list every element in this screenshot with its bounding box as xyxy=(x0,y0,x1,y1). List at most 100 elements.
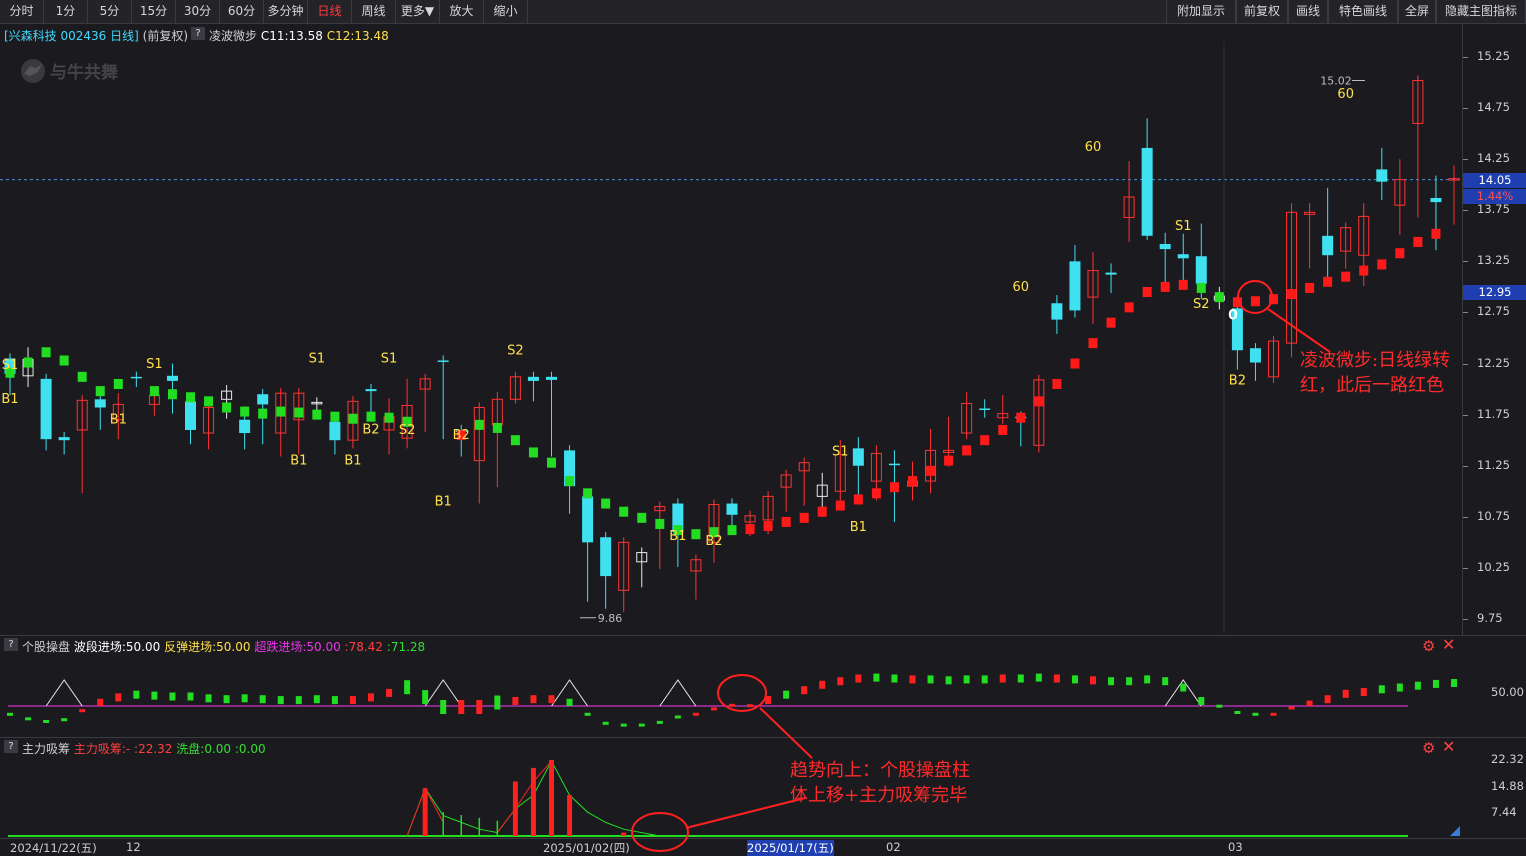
signal-label: S2 xyxy=(1193,297,1210,312)
trail-block xyxy=(312,409,322,420)
toolbar-btn-9[interactable]: 更多▼ xyxy=(396,0,440,23)
panel2-bar xyxy=(43,720,50,723)
adjust-mode: (前复权) xyxy=(142,29,189,43)
candle-body xyxy=(1141,147,1153,236)
panel2-bar xyxy=(1378,685,1385,694)
candle xyxy=(1304,203,1316,269)
toolbar-btn-0[interactable]: 分时 xyxy=(0,0,44,23)
panel2-bar xyxy=(729,703,735,707)
trail-block xyxy=(95,386,105,397)
panel2-bar xyxy=(1071,675,1078,684)
indicator-name[interactable]: 凌波微步 xyxy=(209,29,257,43)
panel2-bar xyxy=(151,691,158,700)
price-tick: 13.75 xyxy=(1477,202,1510,217)
candle-body xyxy=(1430,198,1442,203)
low-price-label: 9.86 xyxy=(598,612,623,625)
panel3-accum-bar xyxy=(621,832,627,836)
signal-label: B1 xyxy=(850,520,867,535)
panel3-accum-bar xyxy=(422,788,428,836)
signal-label: B1 xyxy=(110,413,127,428)
price-tick-mark xyxy=(1463,363,1468,365)
panel2-name[interactable]: 个股操盘 xyxy=(22,640,70,654)
panel2-bar xyxy=(169,692,176,701)
candle-body xyxy=(527,376,539,381)
date-label-5: 02 xyxy=(886,840,901,854)
trail-block xyxy=(565,476,575,487)
indicator-help-button[interactable]: ? xyxy=(191,27,205,40)
panel2-bar xyxy=(1017,674,1024,683)
toolbar-btn-2[interactable]: 5分 xyxy=(88,0,132,23)
panel2-bar xyxy=(999,674,1006,683)
toolbar-right-btn-4[interactable]: 全屏 xyxy=(1398,0,1436,23)
price-tick-mark xyxy=(1463,567,1468,569)
candlestick-chart[interactable]: S1B1S1B1S1B1S1B1B2 S2B1B2S2B1 B2S1B16060S1… xyxy=(0,42,1460,634)
panel2-bar xyxy=(1396,683,1403,692)
toolbar-btn-10[interactable]: 放大 xyxy=(440,0,484,23)
toolbar-right-btn-2[interactable]: 画线 xyxy=(1288,0,1328,23)
panel2-bar xyxy=(1126,677,1133,686)
trail-block xyxy=(926,465,936,476)
panel2-bar xyxy=(855,674,862,683)
candle xyxy=(1448,165,1460,225)
annotation-2-line1: 趋势向上：个股操盘柱 xyxy=(790,760,970,781)
signal-label: B2 xyxy=(453,428,470,443)
toolbar-right-btn-0[interactable]: 附加显示 xyxy=(1166,0,1236,23)
toolbar-btn-8[interactable]: 周线 xyxy=(352,0,396,23)
trail-block xyxy=(23,357,33,368)
panel2-bar xyxy=(963,675,970,684)
trail-block xyxy=(1142,287,1152,298)
panel3-chart[interactable] xyxy=(0,757,1460,839)
candle xyxy=(293,388,305,455)
zero-marker: 0 xyxy=(1228,307,1238,323)
toolbar-right-btn-1[interactable]: 前复权 xyxy=(1236,0,1288,23)
candle-body xyxy=(1195,256,1207,284)
candle-body xyxy=(1322,235,1334,256)
panel3-settings-gear-icon[interactable]: ⚙ xyxy=(1422,740,1435,756)
panel3-close-icon[interactable]: ✕ xyxy=(1442,739,1455,755)
toolbar-btn-3[interactable]: 15分 xyxy=(132,0,176,23)
trail-block xyxy=(294,407,304,418)
trail-block xyxy=(1250,296,1260,307)
toolbar-btn-6[interactable]: 多分钟 xyxy=(264,0,308,23)
panel3-help-button[interactable]: ? xyxy=(4,740,18,753)
trail-block xyxy=(781,516,791,527)
panel2-line2: 反弹进场:50.00 xyxy=(164,640,251,654)
panel2-bar xyxy=(638,723,645,727)
trail-block xyxy=(1160,281,1170,292)
panel2-bar xyxy=(313,695,320,704)
panel2-settings-gear-icon[interactable]: ⚙ xyxy=(1422,638,1435,654)
signal-label: 60 xyxy=(1085,140,1102,155)
candle xyxy=(1322,187,1334,286)
panel2-bar xyxy=(602,721,609,725)
candle xyxy=(1177,233,1189,282)
candle xyxy=(1430,175,1442,251)
candle-body xyxy=(185,401,196,430)
panel2-chart[interactable] xyxy=(0,655,1460,737)
toolbar-btn-7[interactable]: 日线 xyxy=(308,0,352,23)
panel2-bar xyxy=(1090,676,1096,685)
toolbar-btn-1[interactable]: 1分 xyxy=(44,0,88,23)
toolbar-btn-5[interactable]: 60分 xyxy=(220,0,264,23)
trail-block xyxy=(817,506,827,517)
candle xyxy=(546,371,557,457)
panel2-line1: 波段进场:50.00 xyxy=(73,640,161,654)
price-tick: 11.75 xyxy=(1477,406,1510,421)
trail-block xyxy=(492,422,502,433)
panel-resize-corner-icon[interactable] xyxy=(1450,826,1460,836)
date-label-2: 12 xyxy=(126,840,141,854)
panel3-name[interactable]: 主力吸筹 xyxy=(22,742,70,756)
toolbar-right-btn-3[interactable]: 特色画线 xyxy=(1328,0,1398,23)
toolbar-btn-11[interactable]: 缩小 xyxy=(484,0,528,23)
panel3-accum-line xyxy=(496,760,552,833)
trail-block xyxy=(655,518,665,529)
panel2-close-icon[interactable]: ✕ xyxy=(1442,637,1455,653)
panel2-bar xyxy=(1144,675,1151,684)
toolbar-btn-4[interactable]: 30分 xyxy=(176,0,220,23)
candle xyxy=(1340,222,1352,269)
candle xyxy=(221,385,233,419)
toolbar-right-btn-5[interactable]: 隐藏主图指标 xyxy=(1436,0,1526,23)
panel3-accum-bar xyxy=(567,795,573,836)
candle xyxy=(275,388,287,457)
panel2-help-button[interactable]: ? xyxy=(4,638,18,651)
candle xyxy=(852,437,864,496)
